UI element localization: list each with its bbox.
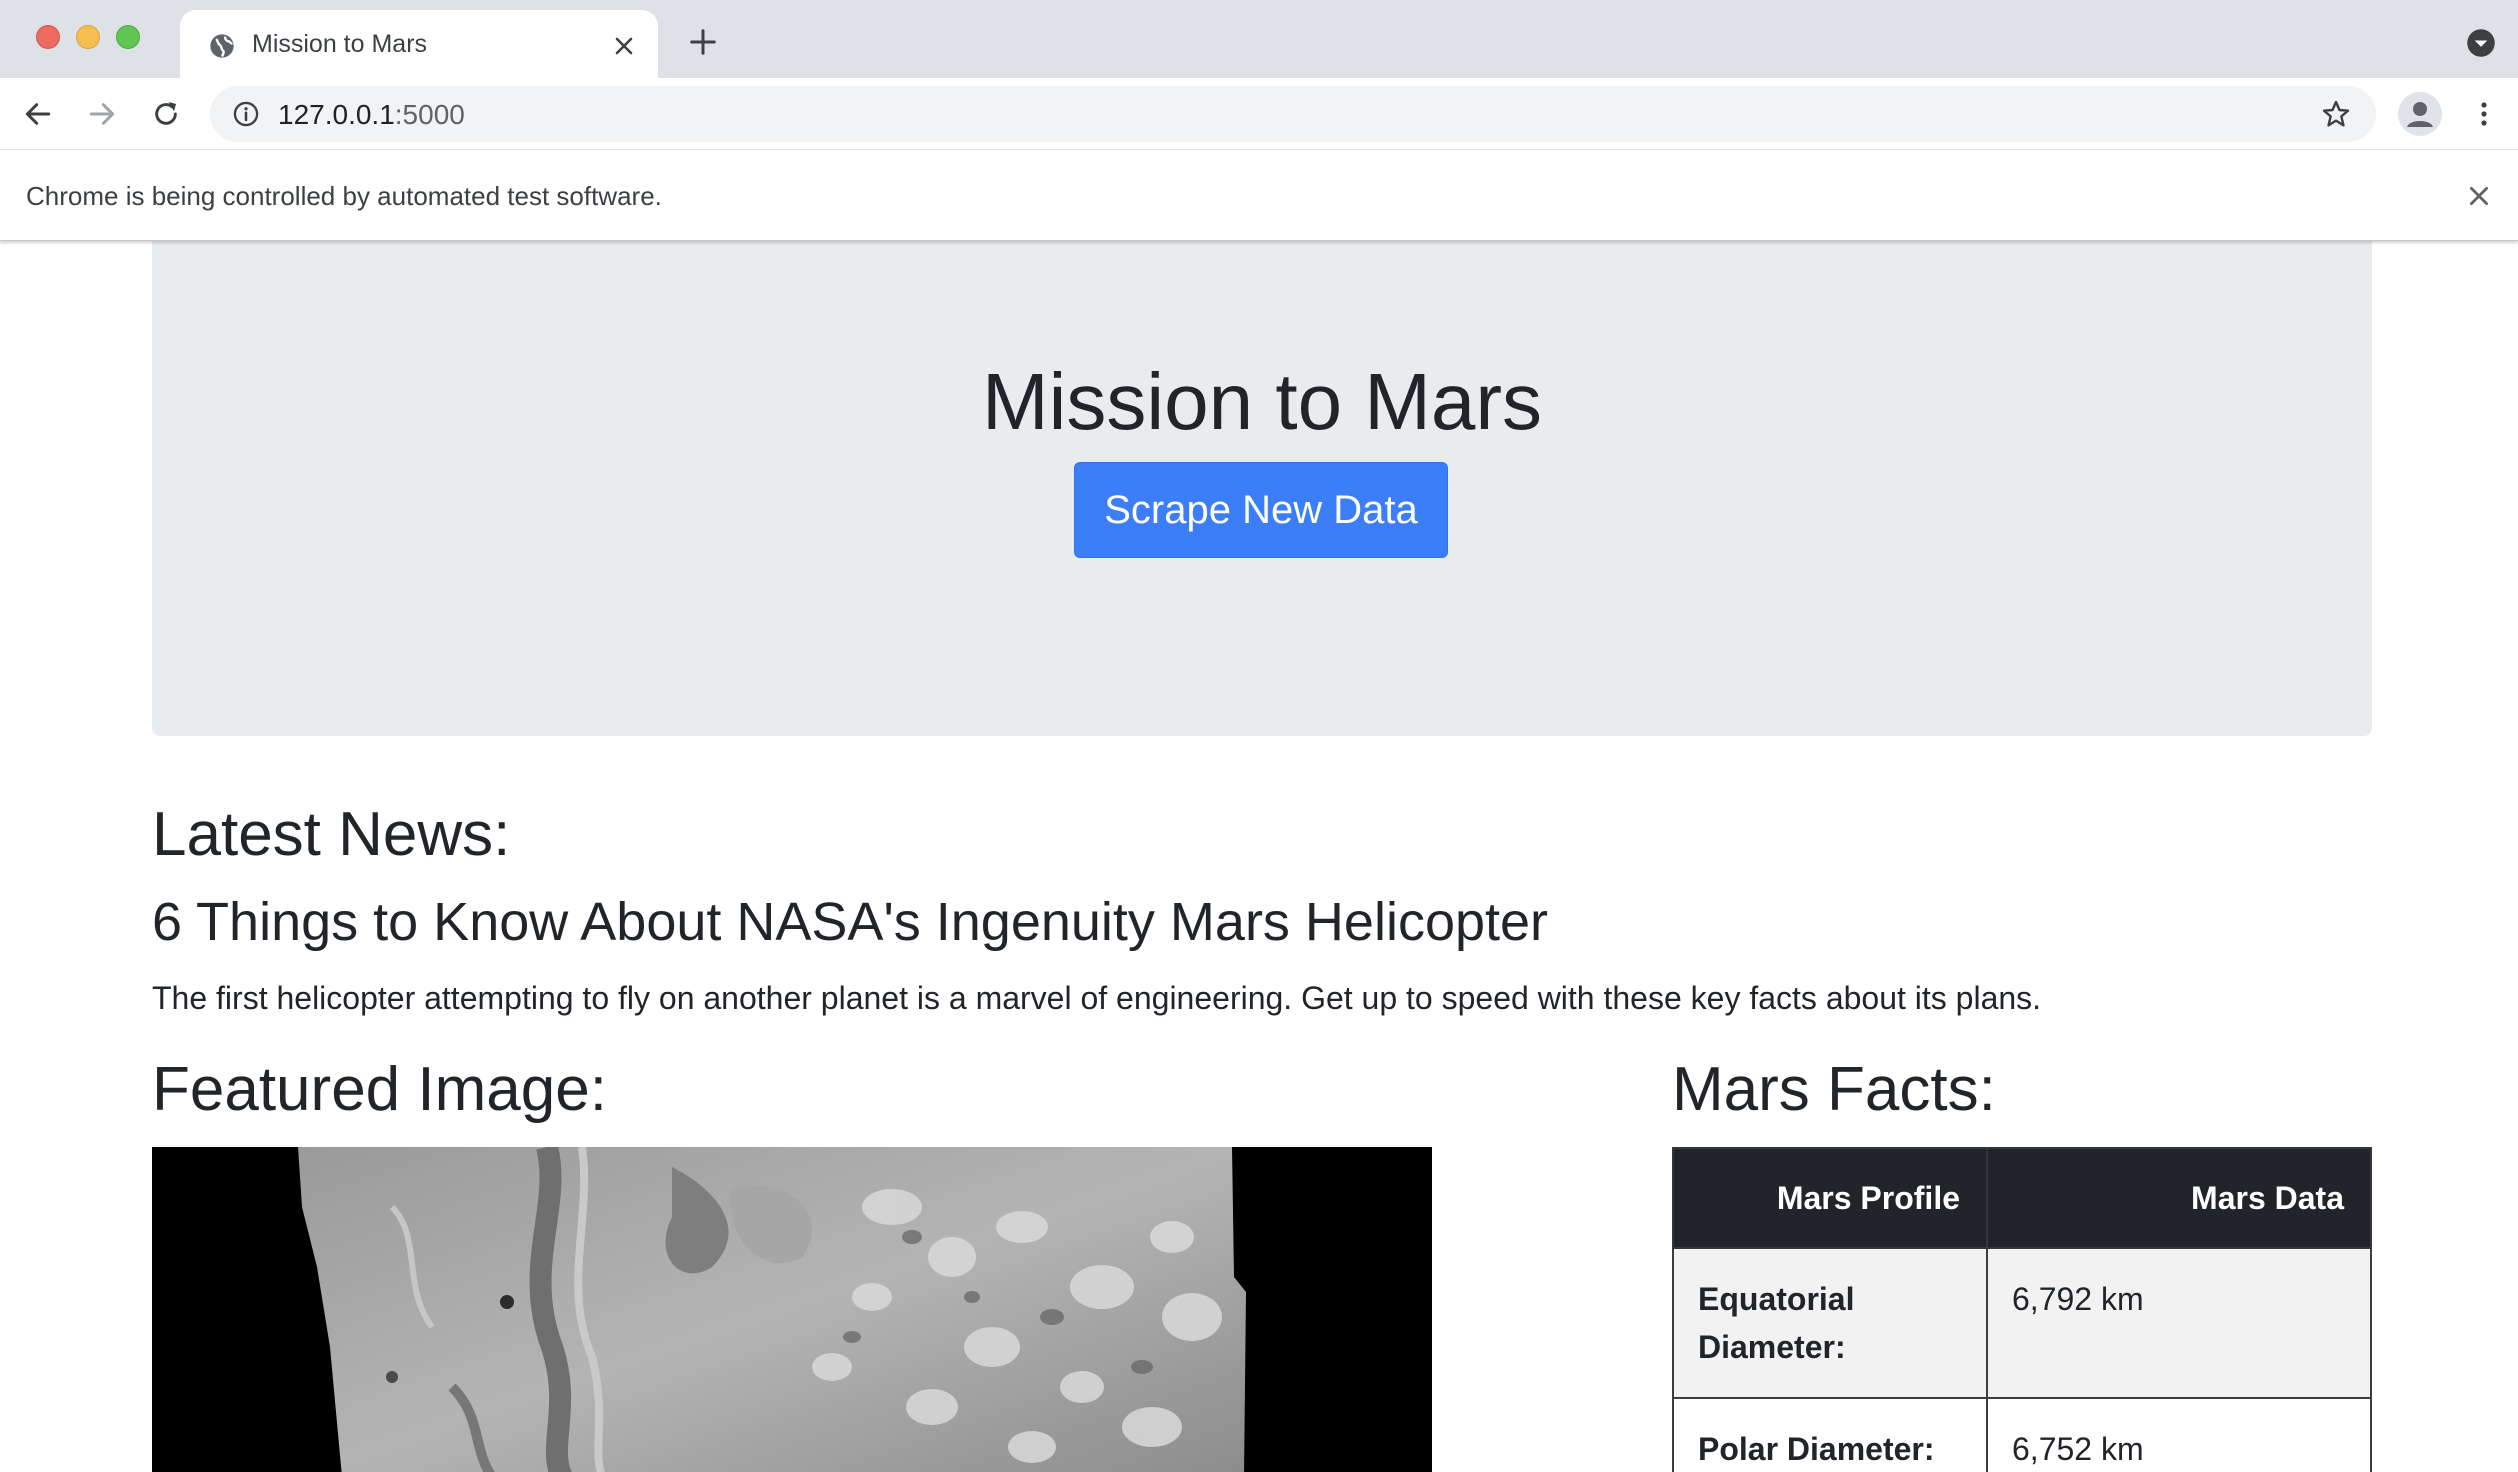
table-row: Polar Diameter: 6,752 km [1672, 1397, 2372, 1472]
url-text[interactable]: 127.0.0.1:5000 [278, 99, 465, 131]
scrape-new-data-button[interactable]: Scrape New Data [1074, 462, 1448, 558]
column-header-mars-profile: Mars Profile [1672, 1147, 1988, 1249]
fact-value: 6,752 km [1986, 1397, 2372, 1472]
page-viewport: Mission to Mars Scrape New Data Latest N… [0, 241, 2518, 1472]
news-paragraph: The first helicopter attempting to fly o… [152, 980, 2042, 1016]
close-icon[interactable] [2466, 183, 2492, 209]
tab-mission-to-mars[interactable]: Mission to Mars [180, 10, 658, 78]
mars-surface-image [152, 1147, 1432, 1472]
fact-label: Polar Diameter: [1672, 1397, 1988, 1472]
fact-label: Equatorial Diameter: [1672, 1247, 1988, 1399]
profile-avatar-button[interactable] [2398, 92, 2442, 136]
table-header-row: Mars Profile Mars Data [1672, 1147, 2372, 1249]
reload-icon[interactable] [150, 98, 182, 130]
close-window-button[interactable] [36, 25, 60, 49]
column-header-mars-data: Mars Data [1986, 1147, 2372, 1249]
more-menu-icon[interactable] [2472, 98, 2496, 130]
mars-facts-table: Mars Profile Mars Data Equatorial Diamet… [1672, 1147, 2372, 1472]
globe-icon [210, 34, 234, 58]
featured-mars-image [152, 1147, 1432, 1472]
table-row: Equatorial Diameter: 6,792 km [1672, 1247, 2372, 1399]
automation-infobar: Chrome is being controlled by automated … [0, 151, 2518, 241]
url-host: 127.0.0.1 [278, 99, 395, 130]
back-arrow-icon[interactable] [22, 98, 54, 130]
tab-search-chevron-icon[interactable] [2466, 28, 2496, 58]
page-title: Mission to Mars [981, 357, 1543, 446]
news-title: 6 Things to Know About NASA's Ingenuity … [152, 892, 1549, 952]
address-bar[interactable]: 127.0.0.1:5000 [210, 86, 2376, 142]
browser-toolbar: 127.0.0.1:5000 [0, 78, 2518, 150]
infobar-message: Chrome is being controlled by automated … [26, 181, 662, 211]
fact-value: 6,792 km [1986, 1247, 2372, 1399]
person-icon [2407, 102, 2433, 127]
featured-image-heading: Featured Image: [152, 1055, 607, 1124]
forward-arrow-icon[interactable] [86, 98, 118, 130]
close-icon[interactable] [612, 34, 636, 58]
tab-title: Mission to Mars [252, 30, 428, 58]
star-bookmark-icon[interactable] [2320, 98, 2352, 130]
info-icon[interactable] [232, 100, 260, 128]
minimize-window-button[interactable] [76, 25, 100, 49]
latest-news-heading: Latest News: [152, 800, 511, 869]
tab-strip: Mission to Mars [0, 0, 2518, 78]
url-port: :5000 [394, 99, 465, 130]
jumbotron: Mission to Mars Scrape New Data [152, 241, 2372, 736]
mars-facts-heading: Mars Facts: [1672, 1055, 1996, 1124]
new-tab-plus-icon[interactable] [688, 27, 718, 57]
zoom-window-button[interactable] [116, 25, 140, 49]
